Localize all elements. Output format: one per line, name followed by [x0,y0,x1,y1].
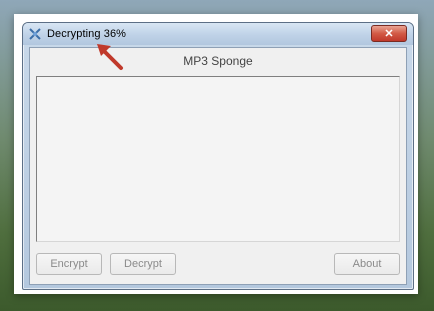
close-icon: ✕ [384,28,394,40]
app-name-label: MP3 Sponge [183,54,253,68]
annotation-arrow-icon [97,44,123,70]
app-window: Decrypting 36% ✕ MP3 Sponge Encrypt Decr… [22,22,414,290]
encrypt-button[interactable]: Encrypt [36,253,102,275]
file-list[interactable] [36,76,400,242]
close-button[interactable]: ✕ [371,25,407,42]
client-area: MP3 Sponge Encrypt Decrypt About [29,47,407,285]
title-bar[interactable]: Decrypting 36% ✕ [23,23,413,45]
decrypt-button[interactable]: Decrypt [110,253,176,275]
app-icon [29,28,41,40]
about-button[interactable]: About [334,253,400,275]
window-title: Decrypting 36% [47,28,127,40]
